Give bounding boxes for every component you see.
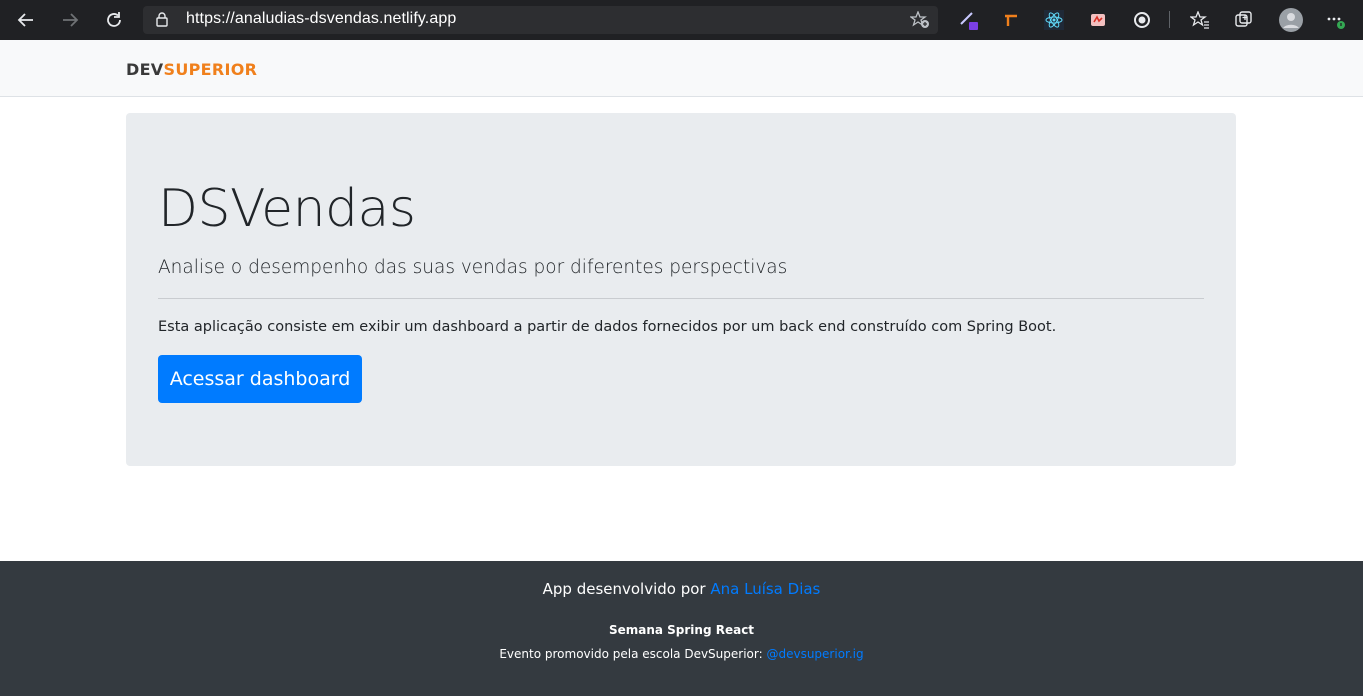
extension-red-icon[interactable] bbox=[1087, 9, 1109, 31]
footer-credit-prefix: App desenvolvido por bbox=[542, 580, 711, 598]
author-link[interactable]: Ana Luísa Dias bbox=[710, 580, 820, 598]
event-promo-prefix: Evento promovido pela escola DevSuperior… bbox=[499, 647, 767, 661]
extension-orange-icon[interactable] bbox=[1000, 9, 1022, 31]
event-title: Semana Spring React bbox=[608, 623, 755, 637]
logo-dev-text: DEV bbox=[126, 60, 164, 79]
divider bbox=[158, 298, 1204, 299]
lead-text: Analise o desempenho das suas vendas por… bbox=[158, 257, 788, 278]
lock-icon bbox=[156, 12, 168, 31]
browser-toolbar: https://analudias-dsvendas.netlify.app bbox=[0, 0, 1363, 40]
jumbotron: DSVendas Analise o desempenho das suas v… bbox=[126, 113, 1236, 466]
back-arrow-icon[interactable] bbox=[9, 3, 43, 37]
favorites-icon[interactable] bbox=[1189, 9, 1211, 31]
devsuperior-logo[interactable]: DEVSUPERIOR bbox=[126, 60, 257, 79]
logo-superior-text: SUPERIOR bbox=[163, 60, 258, 79]
access-dashboard-button[interactable]: Acessar dashboard bbox=[158, 355, 362, 403]
instagram-link[interactable]: @devsuperior.ig bbox=[766, 647, 863, 661]
url-text[interactable]: https://analudias-dsvendas.netlify.app bbox=[186, 10, 456, 28]
event-promo: Evento promovido pela escola DevSuperior… bbox=[0, 647, 1363, 661]
description-text: Esta aplicação consiste em exibir um das… bbox=[158, 319, 1057, 335]
extension-react-icon[interactable] bbox=[1043, 9, 1065, 31]
extension-circle-icon[interactable] bbox=[1131, 9, 1153, 31]
address-bar[interactable]: https://analudias-dsvendas.netlify.app bbox=[143, 6, 938, 34]
footer-credit: App desenvolvido por Ana Luísa Dias bbox=[0, 580, 1363, 598]
site-navbar: DEVSUPERIOR bbox=[0, 40, 1363, 97]
page-title: DSVendas bbox=[158, 179, 416, 239]
forward-arrow-icon[interactable] bbox=[53, 3, 87, 37]
collections-icon[interactable] bbox=[1233, 9, 1255, 31]
add-favorite-icon[interactable] bbox=[909, 10, 930, 33]
extension-pen-icon[interactable] bbox=[958, 9, 980, 31]
profile-icon[interactable] bbox=[1279, 8, 1303, 32]
footer: App desenvolvido por Ana Luísa Dias Sema… bbox=[0, 561, 1363, 696]
reload-icon[interactable] bbox=[97, 3, 131, 37]
more-menu-icon[interactable] bbox=[1325, 9, 1347, 31]
toolbar-separator bbox=[1169, 11, 1170, 28]
